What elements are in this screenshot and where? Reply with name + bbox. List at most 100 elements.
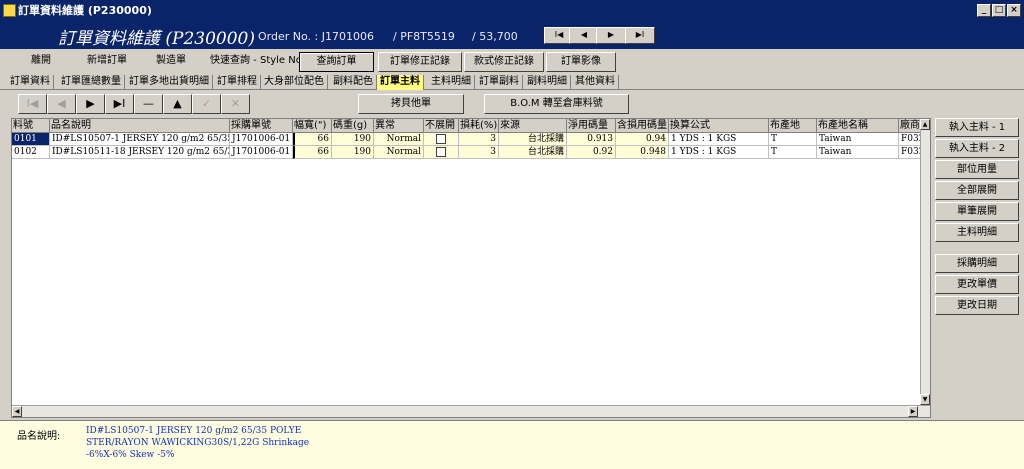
record-last-button[interactable]: ▶I: [105, 94, 134, 114]
cell-supplier[interactable]: F032: [899, 133, 922, 146]
cell-abnormal[interactable]: Normal: [374, 133, 424, 146]
part-usage-button[interactable]: 部位用量: [935, 160, 1019, 179]
cell-origin-name[interactable]: Taiwan: [817, 146, 899, 159]
cell-material-no[interactable]: 0102: [12, 146, 50, 159]
expand-single-button[interactable]: 單筆展開: [935, 202, 1019, 221]
cell-po-no[interactable]: J1701006-01: [230, 146, 293, 159]
import-main-fabric-1-button[interactable]: 執入主料 - 1: [935, 118, 1019, 137]
col-header-po-no[interactable]: 採購單號: [230, 119, 293, 133]
purchase-detail-button[interactable]: 採購明細: [935, 254, 1019, 273]
scroll-up-icon[interactable]: ▲: [920, 119, 930, 130]
exit-button[interactable]: 離開: [18, 52, 64, 72]
record-delete-button[interactable]: —: [134, 94, 163, 114]
table-row[interactable]: 0102 ID#LS10511-18 JERSEY 120 g/m2 65/35…: [12, 146, 922, 159]
no-expand-checkbox-cell[interactable]: [424, 133, 459, 146]
col-header-net-yardage[interactable]: 淨用碼量: [567, 119, 616, 133]
cell-origin-name[interactable]: Taiwan: [817, 133, 899, 146]
cell-conversion[interactable]: 1 YDS : 1 KGS: [669, 146, 769, 159]
cell-net-yardage[interactable]: 0.913: [567, 133, 616, 146]
no-expand-checkbox[interactable]: [436, 147, 446, 157]
order-revision-log-button[interactable]: 訂單修正記錄: [378, 52, 462, 72]
no-expand-checkbox-cell[interactable]: [424, 146, 459, 159]
tab-multi-ship-detail[interactable]: 訂單多地出貨明細: [126, 75, 213, 90]
col-header-fabric-origin[interactable]: 布產地: [769, 119, 817, 133]
cell-width[interactable]: 66: [293, 146, 332, 159]
grid-horizontal-scrollbar[interactable]: ◀ ▶: [12, 405, 930, 417]
col-header-no-expand[interactable]: 不展開: [424, 119, 459, 133]
col-header-loss[interactable]: 損耗(%): [459, 119, 499, 133]
cell-source[interactable]: 台北採購: [499, 133, 567, 146]
minimize-button[interactable]: _: [977, 4, 991, 17]
copy-from-other-order-button[interactable]: 拷貝他單: [358, 94, 464, 114]
cell-po-no[interactable]: J1701006-01: [230, 133, 293, 146]
tab-trim-detail[interactable]: 副料明細: [524, 75, 571, 90]
cell-description[interactable]: ID#LS10507-1 JERSEY 120 g/m2 65/35 POL: [50, 133, 230, 146]
col-header-material-no[interactable]: 料號: [12, 119, 50, 133]
change-unit-price-button[interactable]: 更改單價: [935, 275, 1019, 294]
query-order-button[interactable]: 查詢訂單: [299, 52, 374, 72]
tab-order-schedule[interactable]: 訂單排程: [214, 75, 261, 90]
quick-search-style-no[interactable]: 快速查詢 - Style No.: [210, 52, 305, 72]
record-post-button[interactable]: ✓: [192, 94, 221, 114]
cell-supplier[interactable]: F032: [899, 146, 922, 159]
col-header-description[interactable]: 品名說明: [50, 119, 230, 133]
tab-main-fabric-detail[interactable]: 主料明細: [428, 75, 475, 90]
close-button[interactable]: ×: [1007, 4, 1021, 17]
main-fabric-detail-button[interactable]: 主料明細: [935, 223, 1019, 242]
cell-fabric-origin[interactable]: T: [769, 146, 817, 159]
record-cancel-button[interactable]: ✕: [221, 94, 250, 114]
record-prev-button[interactable]: ◀: [47, 94, 76, 114]
col-header-yardage-with-loss[interactable]: 含損用碼量: [616, 119, 669, 133]
tab-order-data[interactable]: 訂單資料: [7, 75, 54, 90]
tab-order-trim[interactable]: 訂單副料: [476, 75, 523, 90]
scroll-left-icon[interactable]: ◀: [12, 406, 22, 417]
cell-conversion[interactable]: 1 YDS : 1 KGS: [669, 133, 769, 146]
tab-other-data[interactable]: 其他資料: [572, 75, 619, 90]
expand-all-button[interactable]: 全部展開: [935, 181, 1019, 200]
cell-yardage-with-loss[interactable]: 0.94: [616, 133, 669, 146]
cell-material-no[interactable]: 0101: [12, 133, 50, 146]
scroll-right-icon[interactable]: ▶: [908, 406, 918, 417]
col-header-supplier[interactable]: 廠商: [899, 119, 922, 133]
cell-fabric-origin[interactable]: T: [769, 133, 817, 146]
tab-main-fabric[interactable]: 訂單主料: [377, 75, 424, 90]
tab-order-summary-qty[interactable]: 訂單匯總數量: [58, 75, 125, 90]
cell-loss[interactable]: 3: [459, 133, 499, 146]
col-header-source[interactable]: 來源: [499, 119, 567, 133]
scroll-down-icon[interactable]: ▼: [920, 394, 930, 405]
record-insert-button[interactable]: ▲: [163, 94, 192, 114]
last-record-button[interactable]: ▶I: [625, 27, 655, 44]
cell-weight[interactable]: 190: [332, 146, 374, 159]
prev-record-button[interactable]: ◀: [569, 27, 599, 44]
cell-loss[interactable]: 3: [459, 146, 499, 159]
no-expand-checkbox[interactable]: [436, 134, 446, 144]
col-header-weight[interactable]: 碼重(g): [332, 119, 374, 133]
cell-net-yardage[interactable]: 0.92: [567, 146, 616, 159]
cell-yardage-with-loss[interactable]: 0.948: [616, 146, 669, 159]
cell-weight[interactable]: 190: [332, 133, 374, 146]
cell-description[interactable]: ID#LS10511-18 JERSEY 120 g/m2 65/35 PO: [50, 146, 230, 159]
order-image-button[interactable]: 訂單影像: [546, 52, 616, 72]
tab-trim-color[interactable]: 副料配色: [330, 75, 377, 90]
col-header-origin-name[interactable]: 布產地名稱: [817, 119, 899, 133]
maximize-button[interactable]: □: [992, 4, 1006, 17]
bom-to-warehouse-button[interactable]: B.O.M 轉至倉庫料號: [484, 94, 629, 114]
new-order-button[interactable]: 新增訂單: [78, 52, 136, 72]
change-date-button[interactable]: 更改日期: [935, 296, 1019, 315]
cell-abnormal[interactable]: Normal: [374, 146, 424, 159]
grid-vertical-scrollbar[interactable]: ▲ ▼: [920, 119, 930, 405]
main-fabric-grid[interactable]: 料號 品名說明 採購單號 幅寬(") 碼重(g) 異常 不展開 損耗(%) 來源…: [11, 118, 931, 418]
cell-source[interactable]: 台北採購: [499, 146, 567, 159]
tab-body-part-color[interactable]: 大身部位配色: [261, 75, 328, 90]
table-row[interactable]: 0101 ID#LS10507-1 JERSEY 120 g/m2 65/35 …: [12, 133, 922, 146]
col-header-width[interactable]: 幅寬("): [293, 119, 332, 133]
col-header-abnormal[interactable]: 異常: [374, 119, 424, 133]
import-main-fabric-2-button[interactable]: 執入主料 - 2: [935, 139, 1019, 158]
record-next-button[interactable]: ▶: [76, 94, 105, 114]
next-record-button[interactable]: ▶: [596, 27, 626, 44]
record-first-button[interactable]: I◀: [18, 94, 47, 114]
manufacture-order-button[interactable]: 製造單: [146, 52, 196, 72]
style-revision-log-button[interactable]: 款式修正記錄: [464, 52, 544, 72]
cell-width[interactable]: 66: [293, 133, 332, 146]
col-header-conversion[interactable]: 換算公式: [669, 119, 769, 133]
